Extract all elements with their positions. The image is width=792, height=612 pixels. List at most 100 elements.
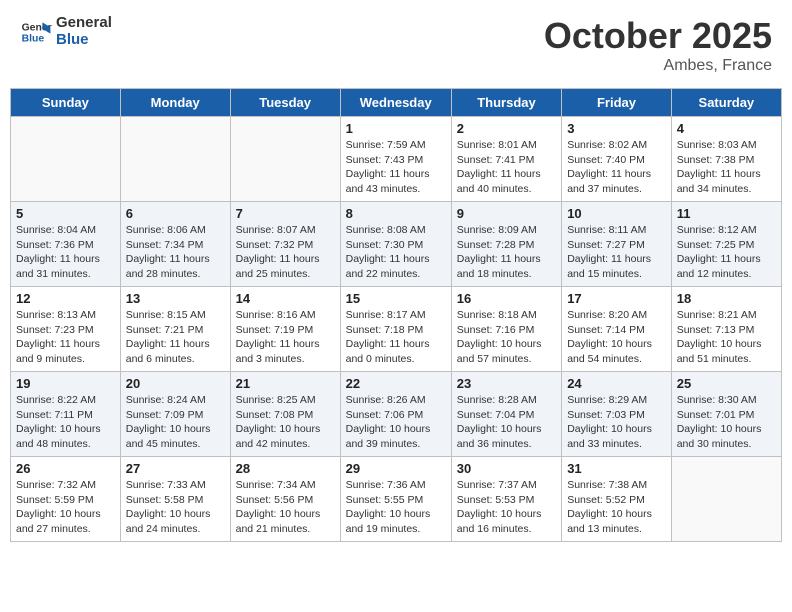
day-number: 23 [457,376,556,391]
day-number: 11 [677,206,776,221]
calendar-cell: 4 Sunrise: 8:03 AM Sunset: 7:38 PM Daylig… [671,117,781,202]
calendar-cell: 27 Sunrise: 7:33 AM Sunset: 5:58 PM Dayli… [120,457,230,542]
page-header: General Blue General Blue October 2025 A… [10,10,782,80]
day-info: Sunrise: 7:32 AM Sunset: 5:59 PM Dayligh… [16,478,115,537]
day-info: Sunrise: 7:38 AM Sunset: 5:52 PM Dayligh… [567,478,666,537]
day-number: 25 [677,376,776,391]
day-number: 21 [236,376,335,391]
day-number: 18 [677,291,776,306]
calendar-cell: 5 Sunrise: 8:04 AM Sunset: 7:36 PM Daylig… [11,202,121,287]
day-number: 22 [346,376,446,391]
day-header-thursday: Thursday [451,89,561,117]
calendar-cell: 19 Sunrise: 8:22 AM Sunset: 7:11 PM Dayli… [11,372,121,457]
day-header-friday: Friday [562,89,672,117]
day-number: 24 [567,376,666,391]
calendar-table: SundayMondayTuesdayWednesdayThursdayFrid… [10,88,782,542]
day-number: 13 [126,291,225,306]
day-info: Sunrise: 7:36 AM Sunset: 5:55 PM Dayligh… [346,478,446,537]
calendar-cell [11,117,121,202]
day-number: 27 [126,461,225,476]
calendar-cell: 11 Sunrise: 8:12 AM Sunset: 7:25 PM Dayli… [671,202,781,287]
day-number: 3 [567,121,666,136]
day-number: 1 [346,121,446,136]
day-info: Sunrise: 8:16 AM Sunset: 7:19 PM Dayligh… [236,308,335,367]
logo-line2: Blue [56,32,112,49]
calendar-cell: 20Sunrise: 8:24 AM Sunset: 7:09 PM Dayli… [120,372,230,457]
calendar-cell: 10 Sunrise: 8:11 AM Sunset: 7:27 PM Dayli… [562,202,672,287]
calendar-cell: 1 Sunrise: 7:59 AM Sunset: 7:43 PM Daylig… [340,117,451,202]
day-number: 31 [567,461,666,476]
day-info: Sunrise: 8:06 AM Sunset: 7:34 PM Dayligh… [126,223,225,282]
day-number: 9 [457,206,556,221]
day-number: 28 [236,461,335,476]
day-info: Sunrise: 7:59 AM Sunset: 7:43 PM Dayligh… [346,138,446,197]
day-number: 5 [16,206,115,221]
day-info: Sunrise: 8:12 AM Sunset: 7:25 PM Dayligh… [677,223,776,282]
day-info: Sunrise: 8:28 AM Sunset: 7:04 PM Dayligh… [457,393,556,452]
day-header-monday: Monday [120,89,230,117]
day-number: 14 [236,291,335,306]
month-title: October 2025 [544,15,772,57]
day-header-tuesday: Tuesday [230,89,340,117]
day-number: 29 [346,461,446,476]
calendar-cell: 21Sunrise: 8:25 AM Sunset: 7:08 PM Dayli… [230,372,340,457]
calendar-cell: 22 Sunrise: 8:26 AM Sunset: 7:06 PM Dayli… [340,372,451,457]
calendar-cell: 24 Sunrise: 8:29 AM Sunset: 7:03 PM Dayli… [562,372,672,457]
calendar-cell: 25 Sunrise: 8:30 AM Sunset: 7:01 PM Dayli… [671,372,781,457]
day-info: Sunrise: 7:37 AM Sunset: 5:53 PM Dayligh… [457,478,556,537]
day-number: 6 [126,206,225,221]
calendar-cell: 15 Sunrise: 8:17 AM Sunset: 7:18 PM Dayli… [340,287,451,372]
day-number: 12 [16,291,115,306]
day-header-wednesday: Wednesday [340,89,451,117]
calendar-cell [230,117,340,202]
day-number: 20 [126,376,225,391]
calendar-cell: 29 Sunrise: 7:36 AM Sunset: 5:55 PM Dayli… [340,457,451,542]
day-number: 8 [346,206,446,221]
day-info: Sunrise: 8:03 AM Sunset: 7:38 PM Dayligh… [677,138,776,197]
calendar-cell [120,117,230,202]
day-number: 2 [457,121,556,136]
day-number: 4 [677,121,776,136]
day-info: Sunrise: 8:20 AM Sunset: 7:14 PM Dayligh… [567,308,666,367]
calendar-cell: 12Sunrise: 8:13 AM Sunset: 7:23 PM Dayli… [11,287,121,372]
calendar-cell: 26 Sunrise: 7:32 AM Sunset: 5:59 PM Dayli… [11,457,121,542]
day-header-sunday: Sunday [11,89,121,117]
day-number: 16 [457,291,556,306]
day-info: Sunrise: 8:01 AM Sunset: 7:41 PM Dayligh… [457,138,556,197]
day-info: Sunrise: 8:29 AM Sunset: 7:03 PM Dayligh… [567,393,666,452]
calendar-cell [671,457,781,542]
calendar-cell: 2 Sunrise: 8:01 AM Sunset: 7:41 PM Daylig… [451,117,561,202]
day-info: Sunrise: 8:26 AM Sunset: 7:06 PM Dayligh… [346,393,446,452]
calendar-cell: 31 Sunrise: 7:38 AM Sunset: 5:52 PM Dayli… [562,457,672,542]
calendar-cell: 16Sunrise: 8:18 AM Sunset: 7:16 PM Dayli… [451,287,561,372]
day-info: Sunrise: 7:33 AM Sunset: 5:58 PM Dayligh… [126,478,225,537]
calendar-cell: 3 Sunrise: 8:02 AM Sunset: 7:40 PM Daylig… [562,117,672,202]
day-info: Sunrise: 8:22 AM Sunset: 7:11 PM Dayligh… [16,393,115,452]
day-info: Sunrise: 8:04 AM Sunset: 7:36 PM Dayligh… [16,223,115,282]
day-info: Sunrise: 8:02 AM Sunset: 7:40 PM Dayligh… [567,138,666,197]
day-number: 10 [567,206,666,221]
calendar-cell: 6 Sunrise: 8:06 AM Sunset: 7:34 PM Daylig… [120,202,230,287]
calendar-cell: 14 Sunrise: 8:16 AM Sunset: 7:19 PM Dayli… [230,287,340,372]
day-number: 30 [457,461,556,476]
calendar-cell: 9Sunrise: 8:09 AM Sunset: 7:28 PM Daylig… [451,202,561,287]
day-number: 19 [16,376,115,391]
logo: General Blue General Blue [20,15,112,48]
calendar-cell: 13 Sunrise: 8:15 AM Sunset: 7:21 PM Dayli… [120,287,230,372]
calendar-cell: 28 Sunrise: 7:34 AM Sunset: 5:56 PM Dayli… [230,457,340,542]
day-header-saturday: Saturday [671,89,781,117]
day-info: Sunrise: 8:15 AM Sunset: 7:21 PM Dayligh… [126,308,225,367]
day-number: 26 [16,461,115,476]
day-info: Sunrise: 8:30 AM Sunset: 7:01 PM Dayligh… [677,393,776,452]
day-number: 7 [236,206,335,221]
calendar-cell: 18Sunrise: 8:21 AM Sunset: 7:13 PM Dayli… [671,287,781,372]
day-info: Sunrise: 8:17 AM Sunset: 7:18 PM Dayligh… [346,308,446,367]
day-info: Sunrise: 8:11 AM Sunset: 7:27 PM Dayligh… [567,223,666,282]
logo-icon: General Blue [20,16,52,48]
calendar-cell: 23 Sunrise: 8:28 AM Sunset: 7:04 PM Dayli… [451,372,561,457]
day-number: 15 [346,291,446,306]
day-info: Sunrise: 7:34 AM Sunset: 5:56 PM Dayligh… [236,478,335,537]
calendar-cell: 30 Sunrise: 7:37 AM Sunset: 5:53 PM Dayli… [451,457,561,542]
location: Ambes, France [544,57,772,75]
calendar-cell: 17Sunrise: 8:20 AM Sunset: 7:14 PM Dayli… [562,287,672,372]
